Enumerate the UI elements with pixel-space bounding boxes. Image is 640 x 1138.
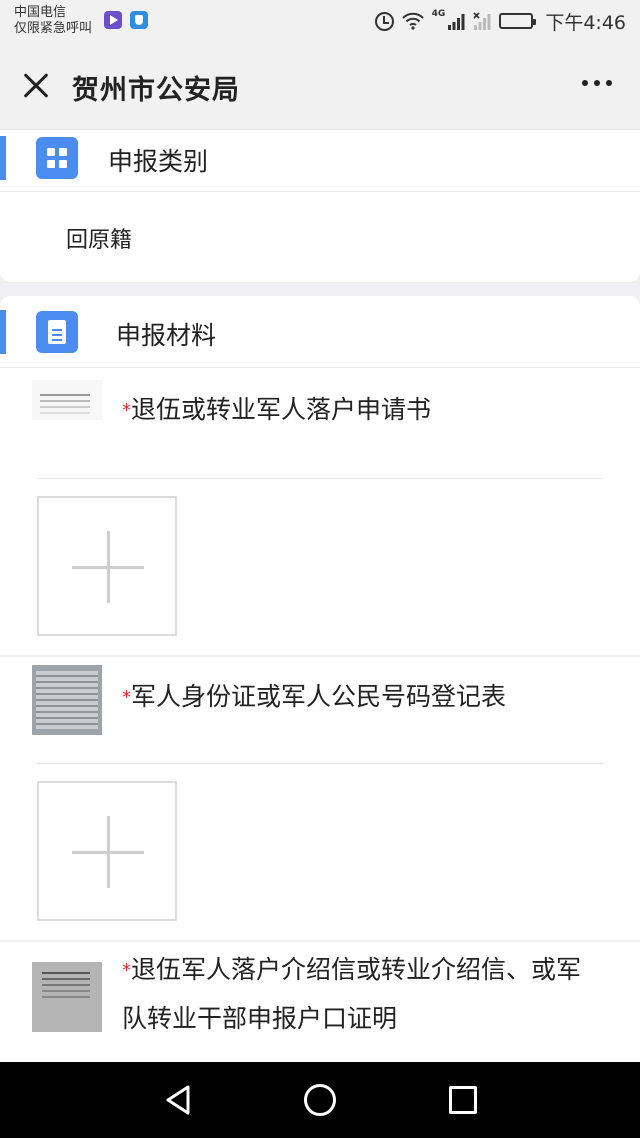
status-time: 下午4:46 (545, 11, 626, 34)
required-mark: * (122, 960, 131, 981)
upload-button[interactable] (37, 496, 177, 636)
title-bar: 贺州市公安局 (0, 42, 640, 130)
material-label: *退伍或转业军人落户申请书 (122, 395, 432, 424)
no-signal-icon (473, 12, 491, 30)
page-title: 贺州市公安局 (72, 75, 240, 106)
section-accent-bar (0, 136, 6, 180)
material-item: *军人身份证或军人公民号码登记表 (0, 657, 640, 941)
category-value: 回原籍 (66, 228, 133, 253)
divider (36, 478, 604, 479)
battery-icon (499, 13, 537, 29)
sample-thumbnail[interactable] (32, 665, 102, 735)
sample-thumbnail[interactable] (32, 962, 102, 1032)
material-label: *退伍军人落户介绍信或转业介绍信、或军队转业干部申报户口证明 (122, 955, 582, 1033)
more-icon[interactable] (582, 80, 612, 86)
shield-app-icon (130, 11, 148, 29)
sample-thumbnail[interactable] (32, 380, 102, 420)
materials-title: 申报材料 (116, 321, 217, 350)
category-header: 申报类别 (0, 130, 640, 192)
carrier-info: 中国电信 仅限紧急呼叫 (14, 5, 92, 37)
recent-apps-icon[interactable] (449, 1086, 477, 1114)
alarm-icon (374, 11, 394, 31)
material-item: *退伍或转业军人落户申请书 (0, 368, 640, 656)
video-app-icon (104, 11, 122, 29)
home-icon[interactable] (304, 1084, 336, 1116)
document-icon (36, 311, 78, 353)
category-title: 申报类别 (108, 147, 209, 176)
section-accent-bar (0, 310, 6, 354)
required-mark: * (122, 400, 131, 421)
divider (36, 763, 604, 764)
close-icon[interactable] (18, 68, 54, 104)
network-type: 4G (431, 9, 446, 19)
materials-header: 申报材料 (0, 296, 640, 368)
materials-card: 申报材料 *退伍或转业军人落户申请书 *军人身份证或军人公民号码登记表 *退伍军… (0, 296, 640, 1064)
back-icon[interactable] (163, 1084, 193, 1116)
status-icons: 4G 下午4:46 (374, 9, 626, 34)
material-item: *退伍军人落户介绍信或转业介绍信、或军队转业干部申报户口证明 (0, 942, 640, 1064)
grid-icon (36, 137, 78, 179)
required-mark: * (122, 687, 131, 708)
emergency-only: 仅限紧急呼叫 (14, 21, 93, 36)
carrier-name: 中国电信 (14, 5, 67, 20)
plus-icon (39, 783, 175, 919)
material-label: *军人身份证或军人公民号码登记表 (122, 682, 507, 711)
status-bar: 中国电信 仅限紧急呼叫 4G 下午4:46 (0, 0, 640, 42)
wifi-icon (401, 12, 424, 30)
category-card: 申报类别 回原籍 (0, 130, 640, 282)
upload-button[interactable] (37, 781, 177, 921)
signal-icon (448, 14, 465, 30)
plus-icon (39, 498, 175, 634)
system-nav-bar (0, 1062, 640, 1138)
